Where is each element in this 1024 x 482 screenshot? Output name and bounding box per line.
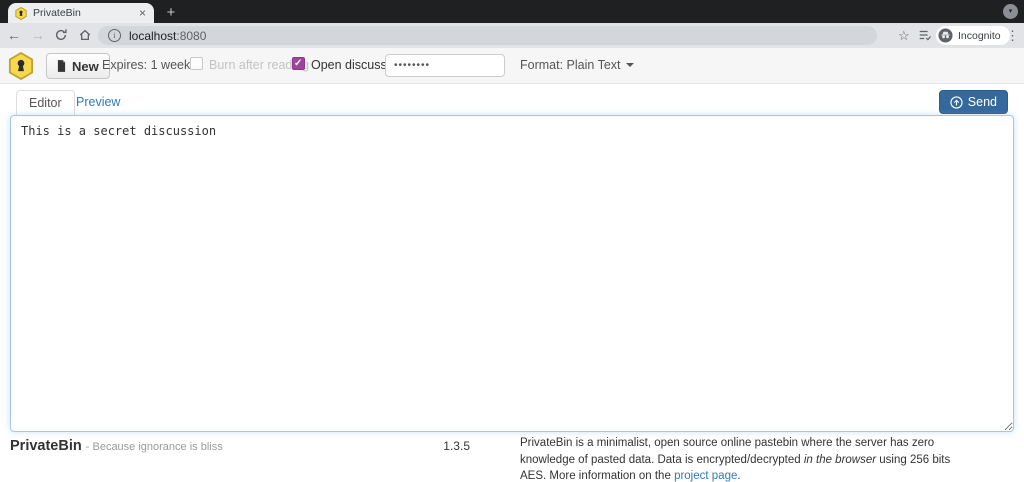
search-tabs-button[interactable]: ▾: [1003, 4, 1018, 19]
browser-tab-privatebin[interactable]: PrivateBin ×: [8, 3, 154, 23]
new-button-label: New: [72, 58, 99, 74]
send-button-label: Send: [967, 95, 997, 109]
new-paste-button[interactable]: New: [46, 53, 110, 79]
screen: PrivateBin × + ▾ ← → i localhost:8080 ☆: [0, 0, 1024, 482]
tab-close-icon[interactable]: ×: [138, 7, 147, 19]
new-tab-button[interactable]: +: [160, 3, 182, 23]
app-tagline: - Because ignorance is bliss: [85, 441, 223, 453]
tab-editor[interactable]: Editor: [16, 90, 75, 115]
checkbox-unchecked-icon: [190, 57, 203, 70]
format-label: Format: Plain Text: [520, 58, 621, 72]
about-part3: .: [737, 470, 741, 482]
browser-tab-strip: PrivateBin × + ▾: [0, 0, 1024, 23]
tab-title: PrivateBin: [33, 7, 81, 19]
site-info-icon[interactable]: i: [108, 29, 121, 42]
chevron-down-icon: ▾: [1008, 8, 1013, 15]
reading-list-icon[interactable]: [918, 28, 932, 42]
about-italic: in the browser: [803, 453, 877, 466]
about-text: PrivateBin is a minimalist, open source …: [520, 435, 976, 482]
url-text: localhost:8080: [129, 29, 206, 43]
url-port: :8080: [176, 28, 207, 43]
privatebin-favicon-icon: [15, 6, 27, 20]
address-bar[interactable]: i localhost:8080: [98, 26, 877, 45]
password-input[interactable]: [385, 54, 505, 77]
format-dropdown[interactable]: Format: Plain Text: [520, 48, 634, 83]
incognito-label: Incognito: [958, 29, 1001, 42]
version-label: 1.3.5: [443, 439, 470, 453]
caret-down-icon: [625, 63, 634, 67]
bookmark-star-icon[interactable]: ☆: [898, 23, 910, 48]
incognito-badge: Incognito: [936, 26, 1010, 45]
back-icon[interactable]: ←: [4, 23, 24, 48]
privatebin-navbar: New Expires: 1 week Burn after reading O…: [0, 48, 1024, 84]
url-host: localhost: [129, 28, 177, 43]
footer-brand: PrivateBin - Because ignorance is bliss: [10, 438, 223, 454]
file-icon: [57, 60, 66, 72]
browser-toolbar: ← → i localhost:8080 ☆ Incognito ⋮: [0, 23, 1024, 48]
browser-menu-icon[interactable]: ⋮: [1006, 23, 1019, 48]
expires-dropdown[interactable]: Expires: 1 week: [102, 48, 204, 83]
reload-icon[interactable]: [54, 28, 68, 42]
expires-label: Expires: 1 week: [102, 58, 191, 72]
checkbox-checked-icon[interactable]: [292, 57, 305, 70]
privatebin-logo-icon: [8, 52, 34, 80]
app-name: PrivateBin: [10, 438, 82, 454]
incognito-spy-icon: [938, 28, 953, 43]
home-icon[interactable]: [78, 28, 92, 42]
paste-textarea[interactable]: This is a secret discussion: [10, 115, 1014, 432]
tab-preview[interactable]: Preview: [76, 90, 120, 115]
send-button[interactable]: Send: [938, 90, 1008, 114]
forward-icon: →: [31, 27, 45, 43]
project-page-link[interactable]: project page: [674, 470, 737, 482]
upload-circle-icon: [950, 95, 963, 109]
